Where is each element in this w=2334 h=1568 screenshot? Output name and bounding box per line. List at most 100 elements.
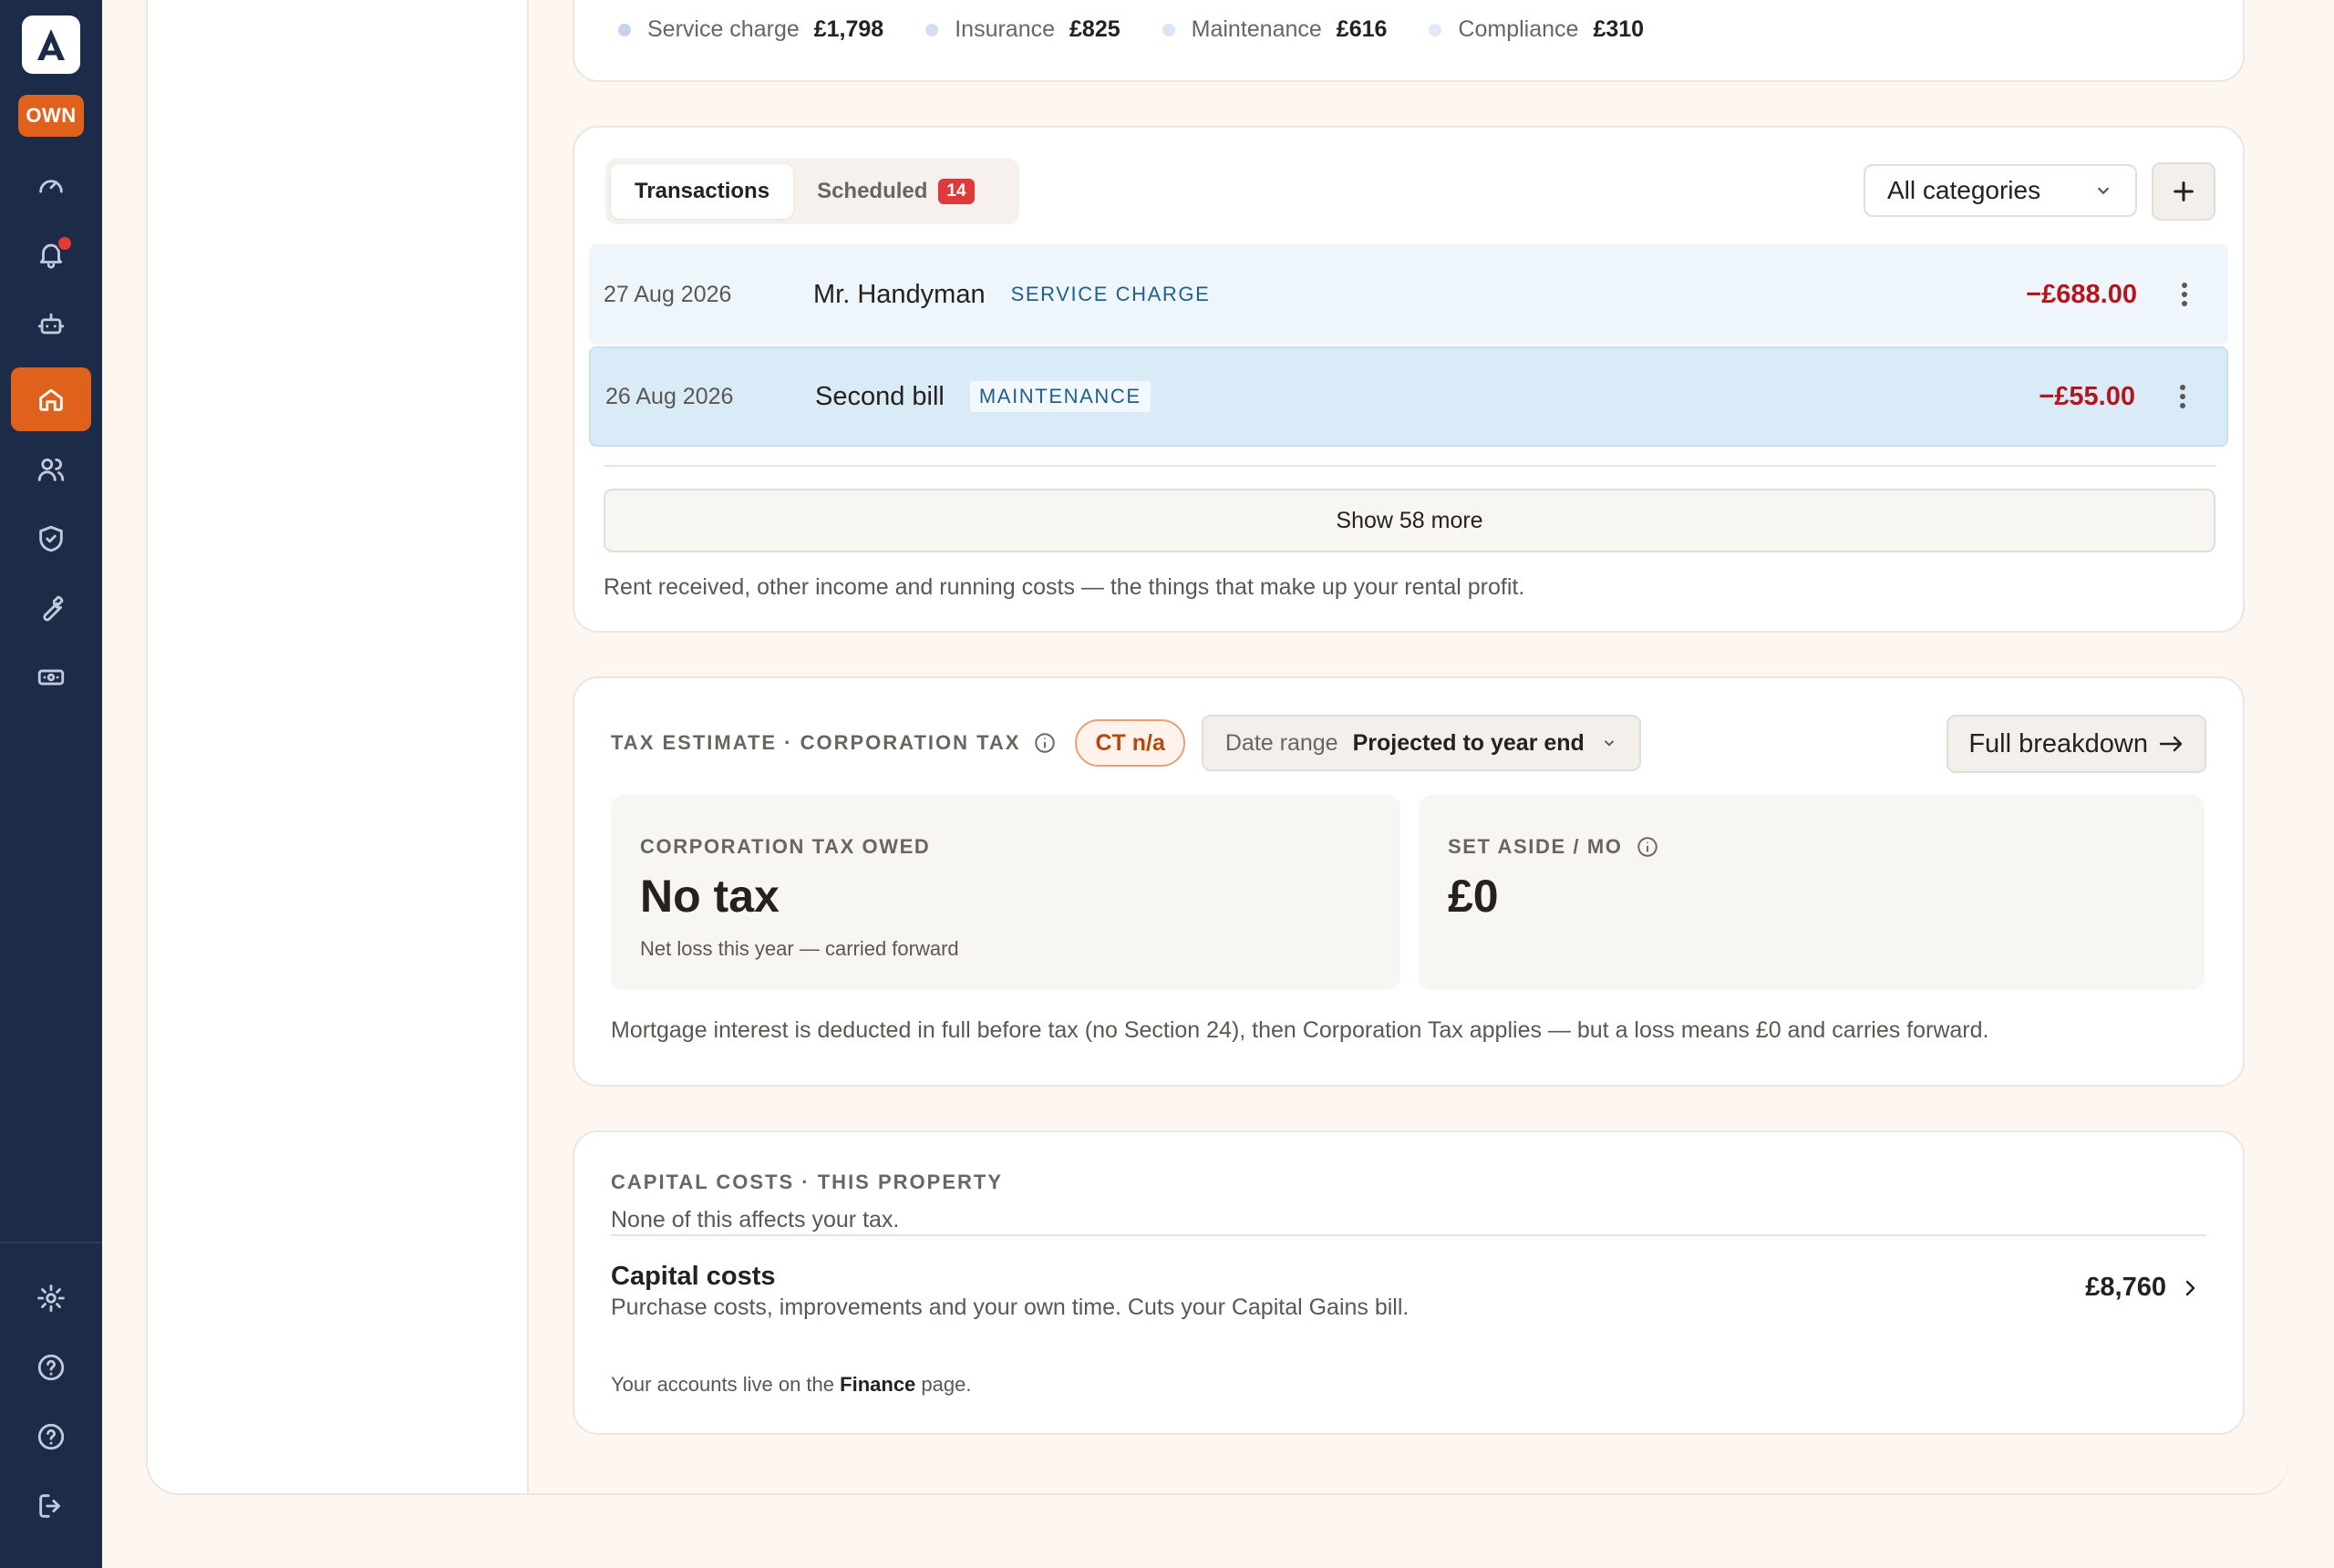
legend-item: Compliance £310 bbox=[1429, 16, 1644, 43]
tax-header: TAX ESTIMATE · CORPORATION TAX CT n/a Da… bbox=[611, 715, 1641, 771]
transactions-tabs: Transactions Scheduled 14 bbox=[605, 159, 1019, 224]
finance-page-link[interactable]: Finance bbox=[840, 1373, 915, 1396]
notification-dot bbox=[57, 235, 73, 252]
legend-dot bbox=[1162, 23, 1175, 36]
capital-subtitle: None of this affects your tax. bbox=[611, 1207, 900, 1233]
tab-label: Scheduled bbox=[817, 179, 928, 203]
metric-label: CORPORATION TAX OWED bbox=[640, 835, 931, 858]
footer-prefix: Your accounts live on the bbox=[611, 1373, 835, 1396]
nav-logout[interactable] bbox=[11, 1474, 91, 1538]
transaction-payee: Second bill bbox=[815, 381, 945, 411]
metric-value: No tax bbox=[640, 871, 780, 922]
capital-costs-title[interactable]: Capital costs bbox=[611, 1262, 776, 1292]
arrow-right-icon bbox=[2159, 736, 2183, 752]
capital-costs-amount: £8,760 bbox=[2085, 1273, 2166, 1302]
category-filter-select[interactable]: All categories bbox=[1864, 164, 2137, 217]
metric-subtext: Net loss this year — carried forward bbox=[640, 937, 959, 960]
tab-scheduled[interactable]: Scheduled 14 bbox=[793, 164, 998, 219]
legend-value: £616 bbox=[1336, 16, 1388, 42]
legend-value: £1,798 bbox=[813, 16, 884, 42]
logo-a-icon bbox=[37, 29, 65, 60]
wrench-icon bbox=[43, 595, 64, 622]
legend-value: £825 bbox=[1069, 16, 1121, 42]
cost-summary-legend: Service charge £1,798 Insurance £825 Mai… bbox=[618, 16, 1686, 43]
nav-maintenance[interactable] bbox=[11, 576, 91, 640]
legend-dot bbox=[618, 23, 631, 36]
help-circle-icon bbox=[37, 1354, 65, 1381]
users-icon bbox=[37, 458, 65, 481]
tab-label: Transactions bbox=[635, 179, 770, 203]
chevron-down-icon bbox=[1604, 740, 1614, 747]
legend-item: Service charge £1,798 bbox=[618, 16, 883, 43]
transaction-date: 27 Aug 2026 bbox=[604, 281, 732, 307]
date-range-label: Date range bbox=[1224, 729, 1338, 756]
legend-dot bbox=[1429, 23, 1442, 36]
shield-check-icon bbox=[39, 525, 63, 552]
cost-summary-card: Service charge £1,798 Insurance £825 Mai… bbox=[573, 0, 2245, 82]
transaction-row[interactable]: 27 Aug 2026 Mr. Handyman SERVICE CHARGE … bbox=[589, 244, 2228, 345]
legend-item: Insurance £825 bbox=[925, 16, 1121, 43]
chevron-right-icon bbox=[2185, 1280, 2195, 1295]
nav-help[interactable] bbox=[11, 1336, 91, 1399]
info-icon[interactable] bbox=[1033, 731, 1057, 755]
legend-label: Maintenance bbox=[1191, 16, 1322, 42]
metric-label: SET ASIDE / MO bbox=[1448, 835, 1623, 858]
legend-label: Insurance bbox=[955, 16, 1056, 42]
settings-icon bbox=[37, 1284, 65, 1312]
nav-dashboard[interactable] bbox=[11, 153, 91, 217]
chevron-down-icon bbox=[2097, 187, 2110, 195]
app-logo[interactable] bbox=[22, 15, 80, 74]
plus-icon bbox=[2174, 181, 2194, 201]
nav-support[interactable] bbox=[11, 1405, 91, 1469]
more-vertical-icon bbox=[2182, 283, 2187, 306]
nav-settings[interactable] bbox=[11, 1266, 91, 1330]
tax-estimate-card: TAX ESTIMATE · CORPORATION TAX CT n/a Da… bbox=[573, 676, 2245, 1087]
full-breakdown-label: Full breakdown bbox=[1968, 728, 2148, 758]
more-vertical-icon bbox=[2180, 385, 2185, 408]
scheduled-count-badge: 14 bbox=[938, 179, 975, 204]
transaction-payee: Mr. Handyman bbox=[813, 279, 986, 309]
legend-value: £310 bbox=[1593, 16, 1645, 42]
legend-dot bbox=[925, 23, 939, 36]
nav-notifications[interactable] bbox=[11, 222, 91, 286]
nav-properties[interactable] bbox=[11, 367, 91, 431]
category-tag: SERVICE CHARGE bbox=[1010, 283, 1211, 305]
bot-icon bbox=[37, 313, 65, 335]
metric-label-group: SET ASIDE / MO bbox=[1448, 835, 1659, 859]
home-icon bbox=[39, 388, 63, 411]
row-menu-button[interactable] bbox=[2174, 276, 2195, 313]
nav-finance[interactable] bbox=[11, 645, 91, 709]
capital-costs-description: Purchase costs, improvements and your ow… bbox=[611, 1295, 1410, 1320]
legend-label: Service charge bbox=[647, 16, 800, 42]
row-menu-button[interactable] bbox=[2172, 378, 2194, 415]
date-range-value: Projected to year end bbox=[1352, 729, 1585, 756]
nav-assistant[interactable] bbox=[11, 292, 91, 356]
set-aside-tile: SET ASIDE / MO £0 bbox=[1419, 795, 2205, 990]
tab-transactions[interactable]: Transactions bbox=[611, 164, 794, 219]
add-transaction-button[interactable] bbox=[2152, 162, 2215, 221]
full-breakdown-button[interactable]: Full breakdown bbox=[1947, 715, 2206, 773]
help-circle-icon bbox=[37, 1423, 65, 1450]
capital-costs-card: CAPITAL COSTS · THIS PROPERTY None of th… bbox=[573, 1130, 2245, 1435]
transaction-payee-group: Mr. Handyman SERVICE CHARGE bbox=[813, 279, 1219, 310]
banknote-icon bbox=[37, 669, 65, 686]
transaction-payee-group: Second bill MAINTENANCE bbox=[815, 381, 1151, 412]
sidebar-rail: OWN bbox=[0, 0, 102, 1568]
transaction-date: 26 Aug 2026 bbox=[605, 383, 734, 409]
footer-suffix: page. bbox=[921, 1373, 972, 1396]
info-icon[interactable] bbox=[1636, 835, 1659, 859]
category-filter-value: All categories bbox=[1887, 176, 2041, 204]
ownership-badge: OWN bbox=[18, 95, 84, 137]
tax-eyebrow: TAX ESTIMATE · CORPORATION TAX bbox=[611, 731, 1021, 754]
capital-costs-link[interactable]: £8,760 bbox=[2085, 1273, 2199, 1303]
divider bbox=[604, 465, 2215, 467]
transactions-card: Transactions Scheduled 14 All categories… bbox=[573, 126, 2245, 633]
show-more-button[interactable]: Show 58 more bbox=[604, 489, 2215, 552]
date-range-select[interactable]: Date range Projected to year end bbox=[1201, 715, 1641, 771]
nav-compliance[interactable] bbox=[11, 507, 91, 571]
transaction-row[interactable]: 26 Aug 2026 Second bill MAINTENANCE −£55… bbox=[589, 346, 2228, 447]
ct-status-pill: CT n/a bbox=[1075, 719, 1185, 767]
rail-divider bbox=[0, 1242, 102, 1243]
nav-tenants[interactable] bbox=[11, 438, 91, 501]
metric-value: £0 bbox=[1448, 871, 1499, 922]
